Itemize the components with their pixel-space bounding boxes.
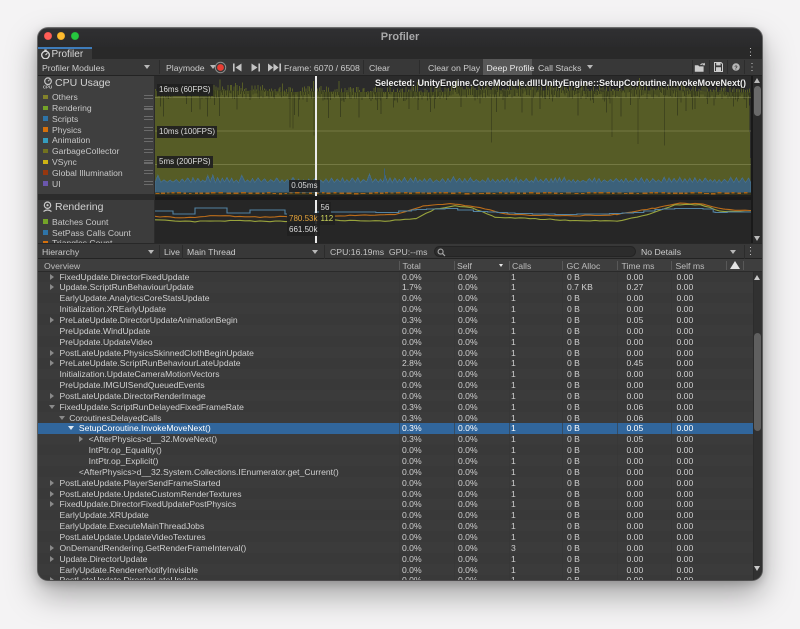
svg-text:?: ? [734,65,738,71]
svg-text:CPU: CPU [42,85,51,90]
